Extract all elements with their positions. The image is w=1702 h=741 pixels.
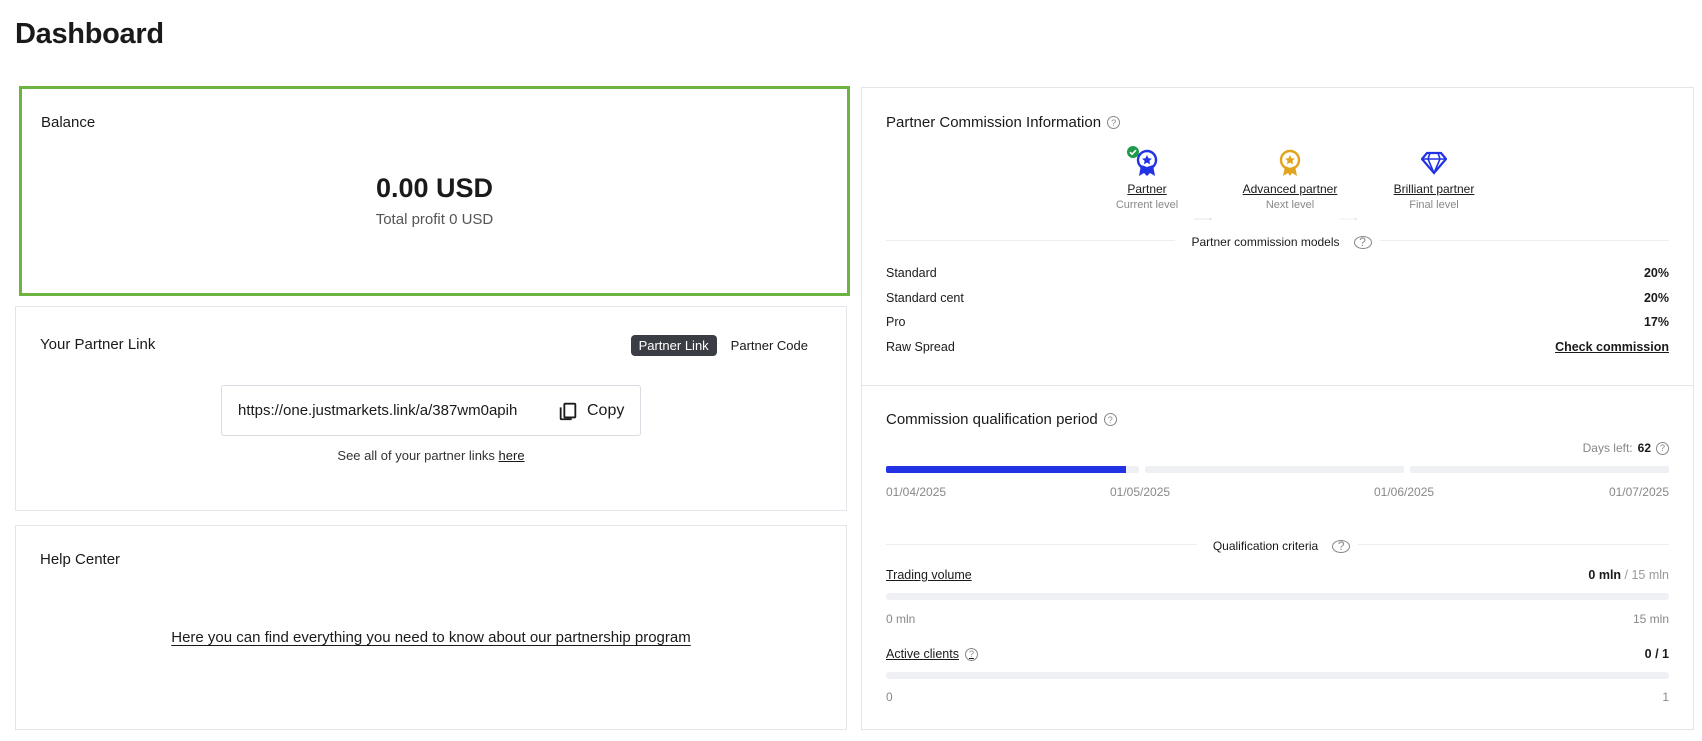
models-title: Partner commission models? bbox=[1175, 235, 1380, 249]
level-advanced-partner: Advanced partner Next level bbox=[1225, 148, 1355, 211]
see-all-text: See all of your partner links bbox=[337, 448, 499, 463]
see-all-here-link[interactable]: here bbox=[499, 448, 525, 463]
qualification-card: Commission qualification period ? Days l… bbox=[861, 385, 1694, 730]
period-date: 01/04/2025 bbox=[886, 485, 947, 499]
level-name[interactable]: Advanced partner bbox=[1225, 182, 1355, 196]
model-name: Standard bbox=[886, 266, 937, 280]
toggle-partner-code[interactable]: Partner Code bbox=[723, 335, 816, 356]
diamond-icon bbox=[1421, 151, 1447, 175]
model-name: Pro bbox=[886, 315, 906, 329]
model-row: Raw Spread Check commission bbox=[886, 340, 1669, 354]
trading-volume-target: / 15 mln bbox=[1621, 568, 1669, 582]
period-segment bbox=[1410, 466, 1670, 473]
copy-button[interactable]: Copy bbox=[557, 400, 624, 422]
active-clients-range: 0 1 bbox=[886, 690, 1669, 704]
days-left: Days left: 62 ? bbox=[1583, 441, 1669, 455]
see-all-links: See all of your partner links here bbox=[16, 448, 846, 463]
copy-label: Copy bbox=[587, 401, 625, 419]
level-status: Next level bbox=[1265, 199, 1315, 211]
help-icon[interactable]: ? bbox=[1353, 235, 1372, 249]
qualification-title: Commission qualification period ? bbox=[886, 411, 1117, 428]
trading-volume-range: 0 mln 15 mln bbox=[886, 612, 1669, 626]
model-name: Raw Spread bbox=[886, 340, 955, 354]
arrow-solid-icon bbox=[1194, 218, 1212, 220]
model-value: 17% bbox=[1643, 315, 1669, 329]
current-level-check-icon bbox=[1127, 146, 1139, 158]
copy-icon bbox=[559, 402, 577, 420]
commission-title-text: Partner Commission Information bbox=[886, 114, 1102, 131]
partner-link-box: https://one.justmarkets.link/a/387wm0api… bbox=[221, 385, 641, 436]
balance-card: Balance 0.00 USD Total profit 0 USD bbox=[19, 86, 850, 296]
help-icon[interactable]: ? bbox=[1107, 116, 1121, 129]
help-center-title: Help Center bbox=[40, 551, 121, 568]
trading-volume-bar bbox=[886, 593, 1669, 600]
period-date: 01/07/2025 bbox=[1608, 485, 1669, 499]
period-fill bbox=[886, 466, 1127, 473]
period-dates: 01/04/2025 01/05/2025 01/06/2025 01/07/2… bbox=[886, 485, 1669, 501]
range-min: 0 bbox=[886, 690, 893, 704]
model-row: Standard cent 20% bbox=[886, 291, 1669, 305]
commission-title: Partner Commission Information ? bbox=[886, 114, 1121, 131]
criteria-divider: Qualification criteria? bbox=[886, 539, 1669, 553]
period-date: 01/06/2025 bbox=[1374, 485, 1435, 499]
trading-volume-row: Trading volume 0 mln / 15 mln bbox=[886, 568, 1669, 582]
period-segment bbox=[1145, 466, 1405, 473]
gold-medal-icon bbox=[1279, 149, 1301, 176]
model-name: Standard cent bbox=[886, 291, 964, 305]
trading-volume-current: 0 mln bbox=[1588, 568, 1622, 582]
link-code-toggle: Partner Link Partner Code bbox=[630, 335, 816, 356]
models-title-text: Partner commission models bbox=[1183, 235, 1348, 249]
active-clients-bar bbox=[886, 672, 1669, 679]
range-max: 1 bbox=[1662, 690, 1669, 704]
criteria-title: Qualification criteria? bbox=[1196, 539, 1359, 553]
commission-card: Partner Commission Information ? Partner… bbox=[861, 87, 1694, 385]
period-date: 01/05/2025 bbox=[1110, 485, 1171, 499]
active-clients-label: Active clients? bbox=[886, 647, 978, 661]
help-icon[interactable]: ? bbox=[964, 647, 978, 661]
level-partner: Partner Current level bbox=[1082, 146, 1212, 211]
total-profit: Total profit 0 USD bbox=[375, 211, 494, 228]
arrow-dashed-icon bbox=[1339, 218, 1357, 220]
days-left-label: Days left: bbox=[1582, 441, 1633, 455]
level-status: Final level bbox=[1409, 199, 1459, 211]
range-min: 0 mln bbox=[886, 612, 916, 626]
level-name[interactable]: Brilliant partner bbox=[1369, 182, 1499, 196]
page-title: Dashboard bbox=[15, 18, 164, 50]
model-row: Pro 17% bbox=[886, 315, 1669, 329]
criteria-title-text: Qualification criteria bbox=[1204, 539, 1327, 553]
model-row: Standard 20% bbox=[886, 266, 1669, 280]
help-icon[interactable]: ? bbox=[1103, 413, 1117, 426]
toggle-partner-link[interactable]: Partner Link bbox=[630, 335, 717, 356]
balance-amount: 0.00 USD bbox=[375, 173, 494, 203]
period-segment bbox=[886, 466, 1140, 473]
qualification-title-text: Commission qualification period bbox=[886, 411, 1098, 428]
level-brilliant-partner: Brilliant partner Final level bbox=[1369, 148, 1499, 211]
check-commission-link[interactable]: Check commission bbox=[1555, 340, 1669, 354]
active-clients-link[interactable]: Active clients bbox=[886, 647, 959, 661]
period-progress-bar bbox=[886, 466, 1670, 473]
model-value: 20% bbox=[1643, 291, 1669, 305]
partner-link-card: Your Partner Link Partner Link Partner C… bbox=[15, 306, 847, 511]
balance-title: Balance bbox=[41, 114, 96, 131]
partner-link-url[interactable]: https://one.justmarkets.link/a/387wm0api… bbox=[238, 402, 545, 419]
active-clients-row: Active clients? 0 / 1 bbox=[886, 647, 1669, 661]
help-center-card: Help Center Here you can find everything… bbox=[15, 525, 847, 730]
range-max: 15 mln bbox=[1632, 612, 1669, 626]
help-center-link[interactable]: Here you can find everything you need to… bbox=[171, 629, 690, 646]
help-icon[interactable]: ? bbox=[1656, 441, 1669, 455]
level-name[interactable]: Partner bbox=[1082, 182, 1212, 196]
help-icon[interactable]: ? bbox=[1332, 539, 1351, 553]
level-status: Current level bbox=[1115, 199, 1179, 211]
trading-volume-link[interactable]: Trading volume bbox=[886, 568, 972, 582]
partner-link-title: Your Partner Link bbox=[40, 336, 156, 353]
model-value: 20% bbox=[1643, 266, 1669, 280]
days-left-value: 62 bbox=[1637, 441, 1651, 455]
models-divider: Partner commission models? bbox=[886, 235, 1669, 249]
partner-levels: Partner Current level Advanced partner N… bbox=[862, 146, 1693, 228]
active-clients-current: 0 / 1 bbox=[1644, 647, 1669, 661]
